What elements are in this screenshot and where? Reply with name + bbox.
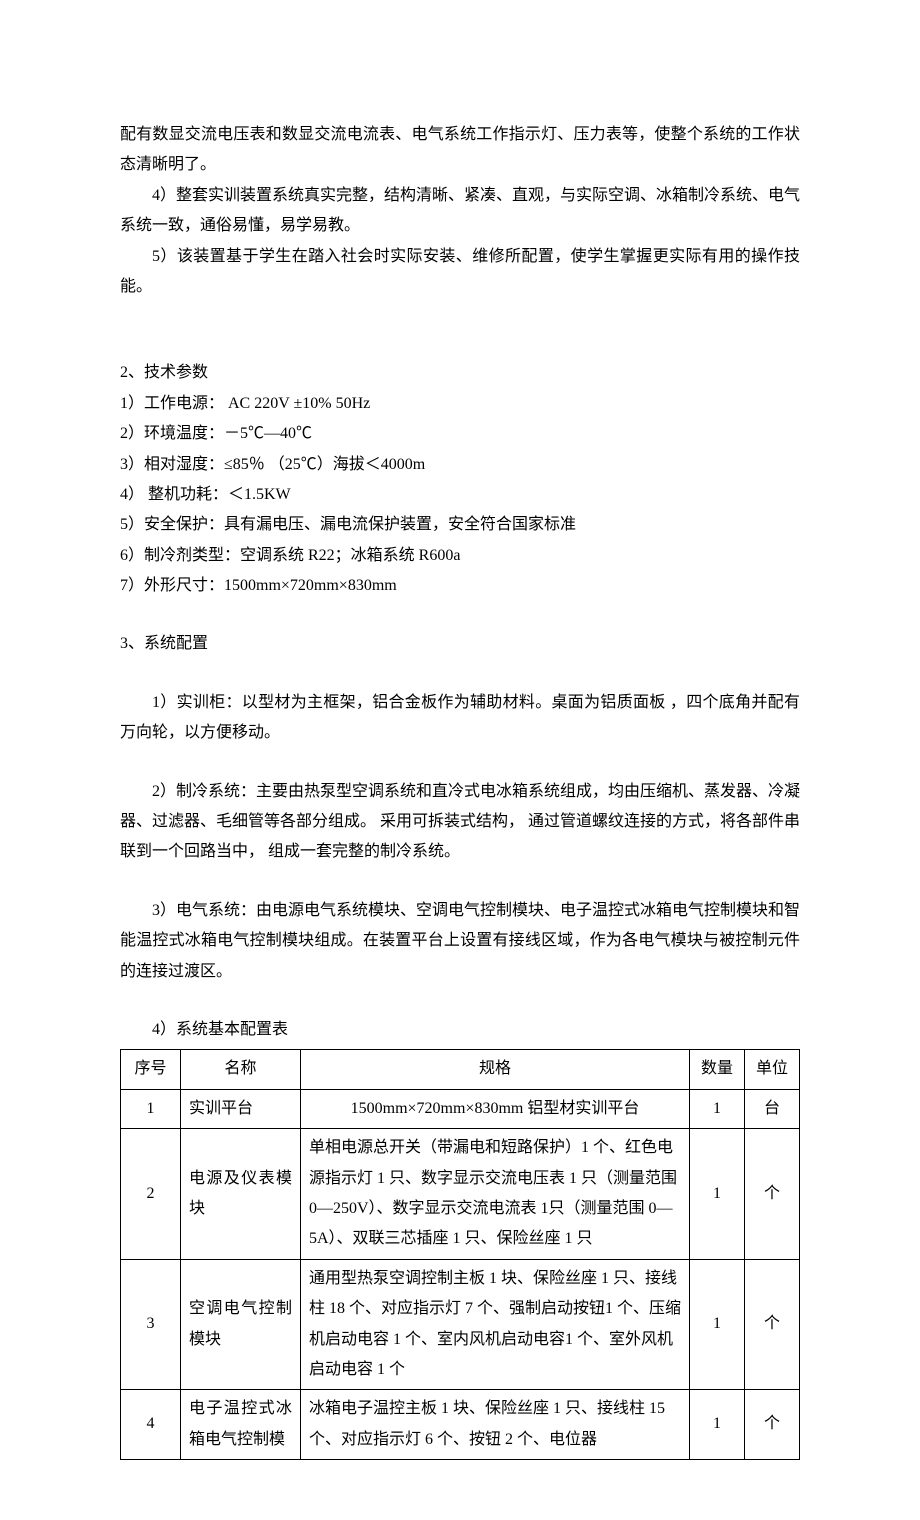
config-p1: 1）实训柜：以型材为主框架，铝合金板作为辅助材料。桌面为铝质面板 ，四个底角并配… bbox=[120, 688, 800, 749]
td-unit: 个 bbox=[745, 1129, 800, 1260]
td-idx: 2 bbox=[121, 1129, 181, 1260]
config-p4: 4）系统基本配置表 bbox=[120, 1015, 800, 1045]
table-header-row: 序号 名称 规格 数量 单位 bbox=[121, 1050, 800, 1089]
tech-title: 2、技术参数 bbox=[120, 358, 800, 388]
td-spec: 单相电源总开关（带漏电和短路保护）1 个、红色电源指示灯 1 只、数字显示交流电… bbox=[301, 1129, 690, 1260]
intro-p3: 5）该装置基于学生在踏入社会时实际安装、维修所配置，使学生掌握更实际有用的操作技… bbox=[120, 242, 800, 303]
tech-item-3: 3）相对湿度：≤85％ （25℃）海拔＜4000m bbox=[120, 450, 800, 480]
table-row: 1 实训平台 1500mm×720mm×830mm 铝型材实训平台 1 台 bbox=[121, 1089, 800, 1128]
table-row: 2 电源及仪表模块 单相电源总开关（带漏电和短路保护）1 个、红色电源指示灯 1… bbox=[121, 1129, 800, 1260]
th-spec: 规格 bbox=[301, 1050, 690, 1089]
td-name: 空调电气控制模块 bbox=[181, 1259, 301, 1390]
th-qty: 数量 bbox=[690, 1050, 745, 1089]
td-unit: 个 bbox=[745, 1259, 800, 1390]
td-idx: 3 bbox=[121, 1259, 181, 1390]
td-qty: 1 bbox=[690, 1390, 745, 1460]
td-spec: 通用型热泵空调控制主板 1 块、保险丝座 1 只、接线柱 18 个、对应指示灯 … bbox=[301, 1259, 690, 1390]
config-title: 3、系统配置 bbox=[120, 629, 800, 659]
td-name: 电子温控式冰箱电气控制模 bbox=[181, 1390, 301, 1460]
table-row: 4 电子温控式冰箱电气控制模 冰箱电子温控主板 1 块、保险丝座 1 只、接线柱… bbox=[121, 1390, 800, 1460]
th-idx: 序号 bbox=[121, 1050, 181, 1089]
tech-item-6: 6）制冷剂类型：空调系统 R22；冰箱系统 R600a bbox=[120, 541, 800, 571]
config-p2: 2）制冷系统：主要由热泵型空调系统和直冷式电冰箱系统组成，均由压缩机、蒸发器、冷… bbox=[120, 777, 800, 868]
th-name: 名称 bbox=[181, 1050, 301, 1089]
tech-item-2: 2）环境温度：－5℃—40℃ bbox=[120, 419, 800, 449]
td-name: 实训平台 bbox=[181, 1089, 301, 1128]
config-table: 序号 名称 规格 数量 单位 1 实训平台 1500mm×720mm×830mm… bbox=[120, 1049, 800, 1460]
tech-item-4: 4） 整机功耗：＜1.5KW bbox=[120, 480, 800, 510]
th-unit: 单位 bbox=[745, 1050, 800, 1089]
tech-item-5: 5）安全保护：具有漏电压、漏电流保护装置，安全符合国家标准 bbox=[120, 510, 800, 540]
td-qty: 1 bbox=[690, 1129, 745, 1260]
td-unit: 台 bbox=[745, 1089, 800, 1128]
td-qty: 1 bbox=[690, 1089, 745, 1128]
td-spec: 1500mm×720mm×830mm 铝型材实训平台 bbox=[301, 1089, 690, 1128]
table-row: 3 空调电气控制模块 通用型热泵空调控制主板 1 块、保险丝座 1 只、接线柱 … bbox=[121, 1259, 800, 1390]
tech-item-1: 1）工作电源： AC 220V ±10% 50Hz bbox=[120, 389, 800, 419]
td-unit: 个 bbox=[745, 1390, 800, 1460]
config-p3: 3）电气系统：由电源电气系统模块、空调电气控制模块、电子温控式冰箱电气控制模块和… bbox=[120, 896, 800, 987]
td-idx: 4 bbox=[121, 1390, 181, 1460]
td-spec: 冰箱电子温控主板 1 块、保险丝座 1 只、接线柱 15 个、对应指示灯 6 个… bbox=[301, 1390, 690, 1460]
td-qty: 1 bbox=[690, 1259, 745, 1390]
td-idx: 1 bbox=[121, 1089, 181, 1128]
intro-p1: 配有数显交流电压表和数显交流电流表、电气系统工作指示灯、压力表等，使整个系统的工… bbox=[120, 120, 800, 181]
td-name: 电源及仪表模块 bbox=[181, 1129, 301, 1260]
tech-item-7: 7）外形尺寸：1500mm×720mm×830mm bbox=[120, 571, 800, 601]
intro-p2: 4）整套实训装置系统真实完整，结构清晰、紧凑、直观，与实际空调、冰箱制冷系统、电… bbox=[120, 181, 800, 242]
